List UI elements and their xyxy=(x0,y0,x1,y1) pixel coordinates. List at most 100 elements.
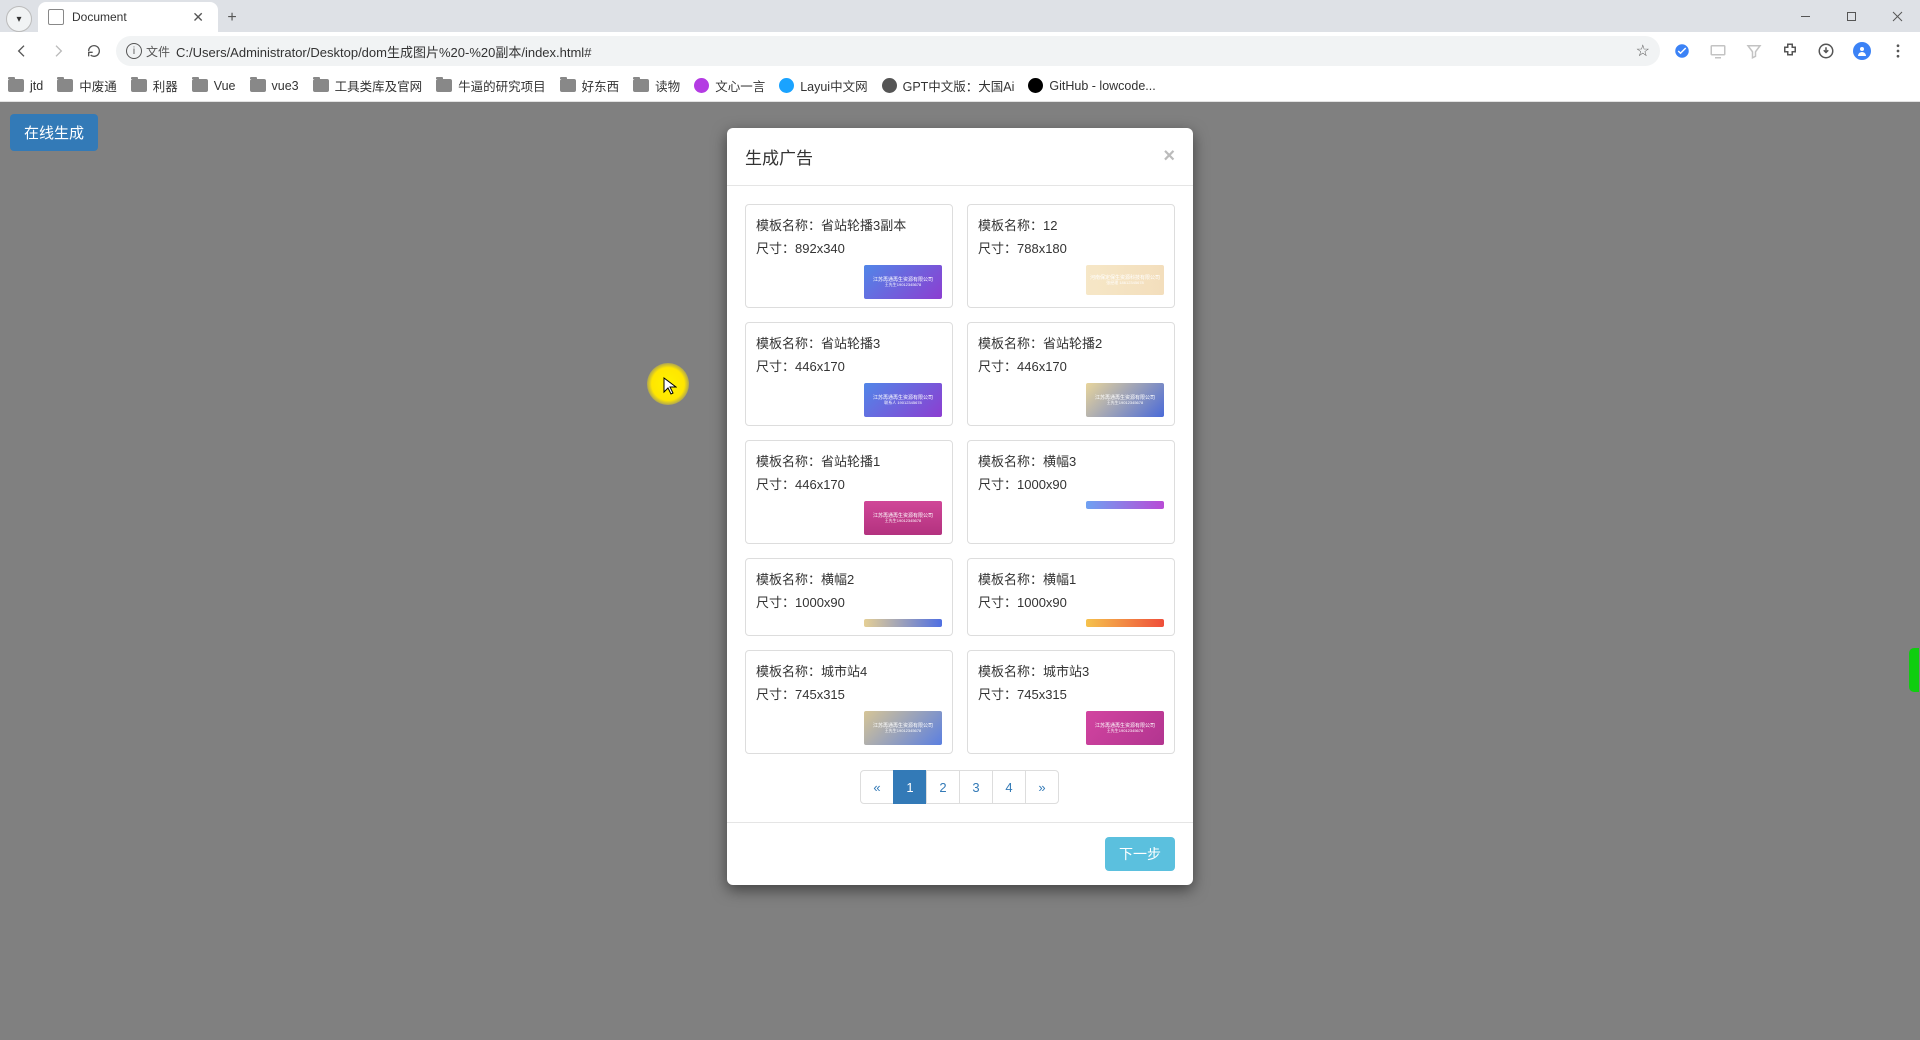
bookmark-star-icon[interactable]: ☆ xyxy=(1636,41,1650,61)
new-tab-button[interactable]: + xyxy=(218,4,246,32)
modal-footer: 下一步 xyxy=(727,822,1193,885)
bookmark-item[interactable]: GitHub - lowcode... xyxy=(1028,78,1155,93)
window-maximize-button[interactable] xyxy=(1828,0,1874,32)
template-name-line: 模板名称：省站轮播3副本 xyxy=(756,215,942,234)
template-name-line: 模板名称：城市站3 xyxy=(978,661,1164,680)
address-bar[interactable]: i文件 C:/Users/Administrator/Desktop/dom生成… xyxy=(116,36,1660,66)
template-size-line: 尺寸：745x315 xyxy=(978,684,1164,703)
bookmark-item[interactable]: 好东西 xyxy=(560,76,620,95)
bookmark-item[interactable]: 中废通 xyxy=(57,76,117,95)
bookmark-item[interactable]: jtd xyxy=(8,79,43,93)
browser-toolbar: i文件 C:/Users/Administrator/Desktop/dom生成… xyxy=(0,32,1920,70)
template-name-line: 模板名称：横幅2 xyxy=(756,569,942,588)
template-name-line: 模板名称：城市站4 xyxy=(756,661,942,680)
bookmark-item[interactable]: Layui中文网 xyxy=(779,76,867,95)
template-size-line: 尺寸：1000x90 xyxy=(756,592,942,611)
extensions-icon[interactable] xyxy=(1776,37,1804,65)
screen-icon[interactable] xyxy=(1704,37,1732,65)
bookmark-label: GitHub - lowcode... xyxy=(1049,79,1155,93)
browser-chrome: ▾ Document ✕ + i文件 C:/Users/Administrato… xyxy=(0,0,1920,102)
bookmark-item[interactable]: 文心一言 xyxy=(694,76,765,95)
tab-close-button[interactable]: ✕ xyxy=(188,9,208,26)
pagination-page-3[interactable]: 3 xyxy=(959,770,993,804)
template-size-line: 尺寸：446x170 xyxy=(978,356,1164,375)
download-icon[interactable] xyxy=(1812,37,1840,65)
shield-check-icon[interactable] xyxy=(1668,37,1696,65)
tab-search-dropdown[interactable]: ▾ xyxy=(6,6,32,32)
template-card[interactable]: 模板名称：横幅3尺寸：1000x90 xyxy=(967,440,1175,544)
profile-avatar[interactable] xyxy=(1848,37,1876,65)
template-card[interactable]: 模板名称：横幅1尺寸：1000x90 xyxy=(967,558,1175,636)
modal-title: 生成广告 xyxy=(745,144,813,169)
template-thumbnail: 江苏再通再生资源有限公司王先生19012345678 xyxy=(1086,711,1164,745)
pagination-next[interactable]: » xyxy=(1025,770,1059,804)
template-thumbnail: 江苏再通再生资源有限公司王先生19012345678 xyxy=(864,265,942,299)
template-card[interactable]: 模板名称：12尺寸：788x180河南保定保生资源科技有限公司张经理 18612… xyxy=(967,204,1175,308)
template-thumbnail: 江苏再通再生资源有限公司王先生19012345678 xyxy=(864,501,942,535)
side-floating-tab[interactable] xyxy=(1909,648,1919,692)
bookmark-item[interactable]: 利器 xyxy=(131,76,178,95)
template-card[interactable]: 模板名称：省站轮播3副本尺寸：892x340江苏再通再生资源有限公司王先生190… xyxy=(745,204,953,308)
site-icon xyxy=(779,78,794,93)
template-size-line: 尺寸：1000x90 xyxy=(978,592,1164,611)
filter-icon[interactable] xyxy=(1740,37,1768,65)
template-size-line: 尺寸：446x170 xyxy=(756,356,942,375)
pagination-page-1[interactable]: 1 xyxy=(893,770,927,804)
bookmark-label: GPT中文版：大国Ai xyxy=(903,76,1015,95)
bookmark-item[interactable]: 读物 xyxy=(633,76,680,95)
next-step-button[interactable]: 下一步 xyxy=(1105,837,1175,871)
bookmark-item[interactable]: 工具类库及官网 xyxy=(313,76,423,95)
folder-icon xyxy=(8,79,24,92)
template-card[interactable]: 模板名称：省站轮播1尺寸：446x170江苏再通再生资源有限公司王先生19012… xyxy=(745,440,953,544)
folder-icon xyxy=(57,79,73,92)
template-thumbnail: 河南保定保生资源科技有限公司张经理 18612345678 xyxy=(1086,265,1164,295)
bookmark-item[interactable]: vue3 xyxy=(250,79,299,93)
reload-button[interactable] xyxy=(80,37,108,65)
template-thumbnail xyxy=(864,619,942,627)
template-card[interactable]: 模板名称：城市站4尺寸：745x315江苏再通再生资源有限公司王先生190123… xyxy=(745,650,953,754)
site-info-icon[interactable]: i文件 xyxy=(126,43,170,60)
bookmark-item[interactable]: GPT中文版：大国Ai xyxy=(882,76,1015,95)
back-button[interactable] xyxy=(8,37,36,65)
bookmark-label: 工具类库及官网 xyxy=(335,76,423,95)
tab-strip: ▾ Document ✕ + xyxy=(0,0,1920,32)
bookmark-item[interactable]: 牛逼的研究项目 xyxy=(436,76,546,95)
template-card[interactable]: 模板名称：省站轮播2尺寸：446x170江苏再通再生资源有限公司王先生19012… xyxy=(967,322,1175,426)
template-size-line: 尺寸：745x315 xyxy=(756,684,942,703)
template-thumbnail xyxy=(1086,501,1164,509)
pagination-page-4[interactable]: 4 xyxy=(992,770,1026,804)
window-close-button[interactable] xyxy=(1874,0,1920,32)
forward-button[interactable] xyxy=(44,37,72,65)
pagination-prev[interactable]: « xyxy=(860,770,894,804)
window-minimize-button[interactable] xyxy=(1782,0,1828,32)
template-card[interactable]: 模板名称：省站轮播3尺寸：446x170江苏再通再生资源有限公司联系人 1901… xyxy=(745,322,953,426)
template-card[interactable]: 模板名称：城市站3 尺寸：745x315 江苏再通再生资源有限公司王先生190123… xyxy=(967,650,1175,754)
template-thumbnail: 江苏再通再生资源有限公司联系人 19012345678 xyxy=(864,383,942,417)
site-icon xyxy=(694,78,709,93)
template-size-line: 尺寸：788x180 xyxy=(978,238,1164,257)
folder-icon xyxy=(633,79,649,92)
template-thumbnail: 江苏再通再生资源有限公司王先生19012345678 xyxy=(1086,383,1164,417)
page-viewport: 在线生成 生成广告 × 模板名称：省站轮播3副本尺寸：892x340江苏再通再生… xyxy=(0,102,1920,1040)
bookmark-label: vue3 xyxy=(272,79,299,93)
site-icon xyxy=(882,78,897,93)
browser-tab[interactable]: Document ✕ xyxy=(38,2,218,32)
template-size-line: 尺寸：446x170 xyxy=(756,474,942,493)
bookmark-label: 中废通 xyxy=(79,76,117,95)
template-card[interactable]: 模板名称：横幅2 尺寸：1000x90 xyxy=(745,558,953,636)
bookmark-label: Vue xyxy=(214,79,236,93)
bookmark-item[interactable]: Vue xyxy=(192,79,236,93)
bookmark-label: 牛逼的研究项目 xyxy=(458,76,546,95)
window-controls xyxy=(1782,0,1920,32)
kebab-menu-icon[interactable] xyxy=(1884,37,1912,65)
pagination-page-2[interactable]: 2 xyxy=(926,770,960,804)
folder-icon xyxy=(250,79,266,92)
site-icon xyxy=(1028,78,1043,93)
folder-icon xyxy=(131,79,147,92)
pagination: «1234» xyxy=(745,770,1175,804)
folder-icon xyxy=(436,79,452,92)
template-name-line: 模板名称：横幅3 xyxy=(978,451,1164,470)
folder-icon xyxy=(560,79,576,92)
modal-backdrop: 生成广告 × 模板名称：省站轮播3副本尺寸：892x340江苏再通再生资源有限公… xyxy=(0,102,1920,1040)
modal-close-button[interactable]: × xyxy=(1163,145,1175,168)
